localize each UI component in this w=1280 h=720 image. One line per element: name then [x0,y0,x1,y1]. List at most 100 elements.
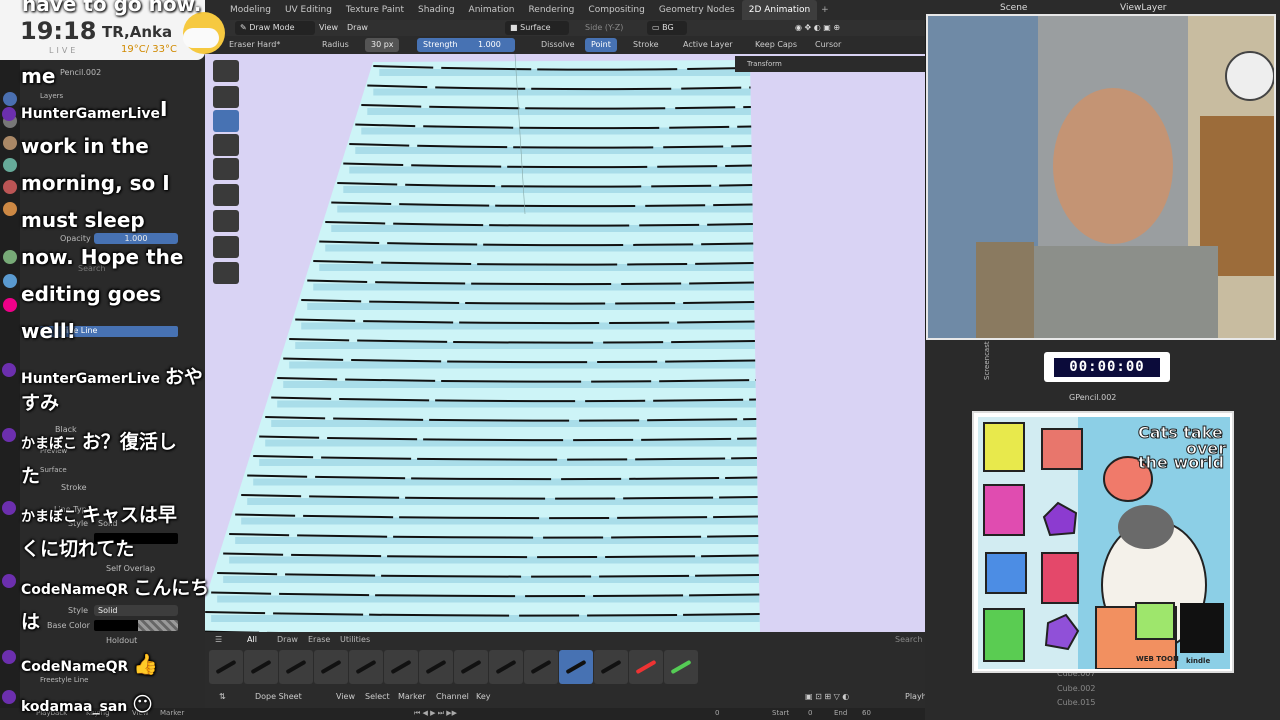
viewport-header: ✎ Draw Mode View Draw ■ Surface Side (Y-… [205,20,925,36]
brush-thumbnail[interactable] [489,650,523,684]
output-tab-icon[interactable] [3,136,17,150]
chat-text: work in the [21,134,149,158]
playback-controls[interactable]: ⏮ ◀ ▶ ⏭ ▶▶ [414,709,457,718]
scene-selector[interactable]: Scene [1000,3,1027,13]
grease-pencil-canvas[interactable] [205,54,925,632]
chat-text: た [21,465,41,487]
modifier-tab-icon[interactable] [3,274,17,288]
radius-field[interactable]: 30 px [365,38,399,52]
chat-text: くに切れてた [21,538,135,560]
mode-stroke-button[interactable]: Stroke [633,38,659,52]
outliner-item-cube-002[interactable]: Cube.002 [1057,684,1095,693]
chat-message: must sleep [21,202,251,239]
timecode-value: 00:00:00 [1054,358,1160,377]
chat-message: work in the [21,128,251,165]
add-workspace-button[interactable]: + [817,5,833,15]
chat-text: well! [21,319,76,343]
view-menu[interactable]: View [319,21,338,35]
tab-modeling[interactable]: Modeling [223,0,278,20]
transform-panel-tab[interactable]: Transform [735,56,925,72]
chat-username: かまぼこ [21,436,82,452]
outliner-gpencil-item[interactable]: GPencil.002 [1069,393,1116,402]
brush-stroke-icon [425,659,447,675]
tab-geometry-nodes[interactable]: Geometry Nodes [652,0,742,20]
brush-thumbnail[interactable] [349,650,383,684]
dopesheet-channel-menu[interactable]: Channel [436,692,469,701]
start-label: Start [772,709,790,717]
tab-erase[interactable]: Erase [308,634,330,646]
comic-promo-card: Cats take over the world WEB TOON kindle [972,411,1234,673]
object-tab-icon[interactable] [3,250,17,264]
brush-thumbnail[interactable] [314,650,348,684]
current-frame-field[interactable]: 0 [715,709,719,717]
user-avatar-icon [2,428,16,442]
tool-tab-icon[interactable] [3,92,17,106]
view-layer-tab-icon[interactable] [3,158,17,172]
brush-thumbnail[interactable] [629,650,663,684]
checkbox-icon: ■ [510,23,521,32]
surface-selector[interactable]: ■ Surface [505,21,569,35]
tab-uv-editing[interactable]: UV Editing [278,0,339,20]
brush-thumbnail[interactable] [594,650,628,684]
dopesheet-marker-menu[interactable]: Marker [398,692,426,701]
outliner-item-cube-015[interactable]: Cube.015 [1057,698,1095,707]
active-layer-toggle[interactable]: Active Layer [683,38,733,52]
strength-label: Strength [423,40,458,49]
chat-message: は [21,604,251,640]
dopesheet-select-menu[interactable]: Select [365,692,390,701]
side-selector[interactable]: Side (Y-Z) [585,21,623,35]
3d-viewport[interactable]: Transform [205,54,925,632]
tab-animation[interactable]: Animation [462,0,522,20]
brush-thumbnail[interactable] [524,650,558,684]
tab-utilities[interactable]: Utilities [340,634,370,646]
user-avatar-icon [2,107,16,121]
brush-thumbnail[interactable] [559,650,593,684]
mode-label: Draw Mode [249,23,295,32]
chat-message: morning, so I [21,165,251,202]
app-root: Modeling UV Editing Texture Paint Shadin… [0,0,1280,720]
bg-selector[interactable]: ▭ BG [647,21,687,35]
brush-selector[interactable]: Eraser Hard* [229,38,280,52]
dopesheet-key-menu[interactable]: Key [476,692,491,701]
brush-thumbnail[interactable] [664,650,698,684]
dissolve-toggle[interactable]: Dissolve [541,38,575,52]
tab-draw[interactable]: Draw [277,634,298,646]
viewlayer-selector[interactable]: ViewLayer [1120,3,1166,13]
brush-thumbnail[interactable] [454,650,488,684]
brush-thumbnail[interactable] [419,650,453,684]
brush-search-input[interactable]: Search [895,634,922,646]
chat-text: 😶 [132,692,153,716]
chat-username: CodeNameQR [21,582,134,598]
brush-thumbnail[interactable] [384,650,418,684]
tab-shading[interactable]: Shading [411,0,462,20]
start-field[interactable]: 0 [808,709,812,717]
chat-text: 👍 [133,652,159,676]
viewport-overlay-icons[interactable]: ◉ ✥ ◐ ▣ ⊕ [795,21,840,35]
chat-text: editing goes [21,282,162,306]
strength-field[interactable]: Strength 1.000 [417,38,515,52]
tab-rendering[interactable]: Rendering [521,0,581,20]
brush-thumbnail[interactable] [279,650,313,684]
mode-selector[interactable]: ✎ Draw Mode [235,21,315,35]
brush-stroke-icon [565,659,587,675]
material-tab-icon[interactable] [3,298,17,312]
cursor-selector[interactable]: Cursor [815,38,841,52]
chat-message: CodeNameQR こんにち [21,570,251,606]
dopesheet-view-menu[interactable]: View [336,692,355,701]
mode-point-button[interactable]: Point [585,38,617,52]
dopesheet-mode-selector[interactable]: Dope Sheet [255,692,302,701]
tab-texture-paint[interactable]: Texture Paint [339,0,411,20]
world-tab-icon[interactable] [3,202,17,216]
strength-value: 1.000 [477,40,501,49]
radius-label: Radius [322,40,349,49]
webtoon-label: WEB TOON [1136,655,1179,663]
chat-message: すみ [21,385,251,421]
tab-compositing[interactable]: Compositing [581,0,651,20]
tab-2d-animation[interactable]: 2D Animation [741,0,818,20]
draw-menu[interactable]: Draw [347,21,368,35]
filter-icons[interactable]: ▣ ⊡ ⊞ ▽ ◐ [805,692,849,701]
keep-caps-toggle[interactable]: Keep Caps [755,38,797,52]
scene-tab-icon[interactable] [3,180,17,194]
brush-stroke-icon [670,659,692,675]
end-field[interactable]: 60 [862,709,871,717]
